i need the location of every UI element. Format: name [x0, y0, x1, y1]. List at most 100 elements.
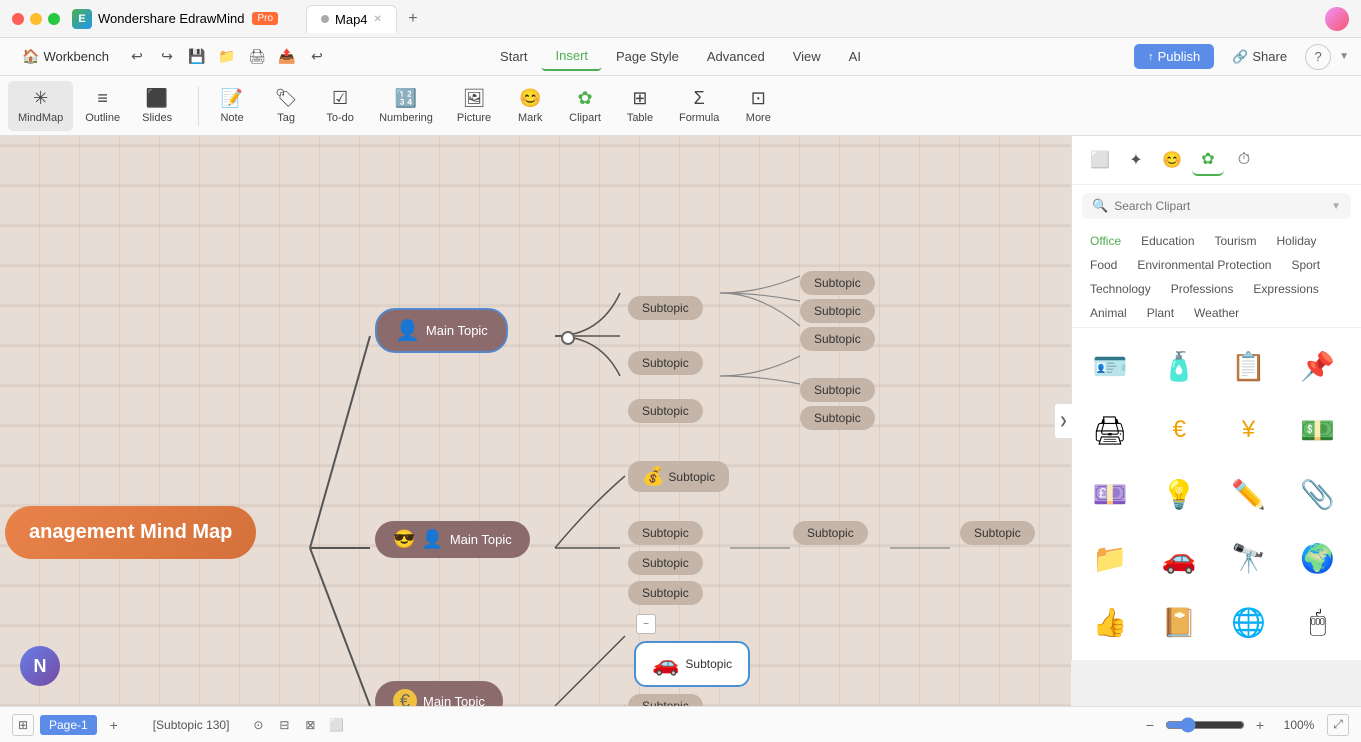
mark-button[interactable]: 😊 Mark [505, 81, 555, 131]
sub-sub-1[interactable]: Subtopic [800, 271, 875, 295]
panel-toggle-left[interactable]: ⊞ [12, 714, 34, 736]
clipart-item-2[interactable]: 🧴 [1149, 336, 1209, 396]
menu-view[interactable]: View [779, 43, 835, 70]
folder-button[interactable]: 📁 [213, 43, 241, 71]
undo-button[interactable]: ↩ [123, 43, 151, 71]
canvas[interactable]: anagement Mind Map 👤 Main Topic 😎 👤 Main… [0, 136, 1071, 706]
cat-office[interactable]: Office [1082, 231, 1129, 251]
mindmap-view-button[interactable]: ✳ MindMap [8, 81, 73, 131]
menu-page-style[interactable]: Page Style [602, 43, 693, 70]
sub-sub-5[interactable]: Subtopic [800, 406, 875, 430]
window-controls[interactable] [12, 13, 60, 25]
ai-panel-button[interactable]: ✦ [1120, 144, 1152, 176]
todo-button[interactable]: ☑ To-do [315, 81, 365, 131]
emoji-panel-button[interactable]: 😊 [1156, 144, 1188, 176]
clipart-button[interactable]: ✿ Clipart [559, 81, 611, 131]
cat-food[interactable]: Food [1082, 255, 1125, 275]
clipart-search-input[interactable] [1114, 199, 1325, 213]
menu-ai[interactable]: AI [835, 43, 875, 70]
cat-sport[interactable]: Sport [1283, 255, 1328, 275]
more-button[interactable]: ⊡ More [733, 81, 783, 131]
subtopic-1-2[interactable]: Subtopic [628, 521, 703, 545]
share-button[interactable]: 🔗 Share [1222, 44, 1297, 70]
maximize-button[interactable] [48, 13, 60, 25]
workbench-button[interactable]: 🏠 Workbench [12, 44, 119, 69]
print-button[interactable]: 🖨 [243, 43, 271, 71]
clipart-item-18[interactable]: 📔 [1149, 592, 1209, 652]
sub-sub-4[interactable]: Subtopic [800, 378, 875, 402]
cat-plant[interactable]: Plant [1139, 303, 1182, 323]
clipart-item-3[interactable]: 📋 [1219, 336, 1279, 396]
picture-button[interactable]: 🖼 Picture [447, 81, 501, 131]
panel-toggle-button[interactable]: ❯ [1054, 403, 1072, 439]
menu-start[interactable]: Start [486, 43, 541, 70]
clipart-item-5[interactable]: 🖨 [1080, 400, 1140, 460]
clipart-item-1[interactable]: 🪪 [1080, 336, 1140, 396]
cat-professions[interactable]: Professions [1163, 279, 1242, 299]
main-topic-1[interactable]: 👤 Main Topic [375, 308, 508, 353]
expand-icon[interactable]: ⊠ [299, 714, 321, 736]
tab-close-button[interactable]: ✕ [374, 14, 382, 25]
sub-t3-1[interactable]: Subtopic [628, 694, 703, 706]
formula-button[interactable]: Σ Formula [669, 81, 729, 131]
clipart-panel-button[interactable]: ✿ [1192, 144, 1224, 176]
main-topic-3[interactable]: € Main Topic [375, 681, 503, 706]
main-topic-2[interactable]: 😎 👤 Main Topic [375, 521, 530, 558]
add-page-button[interactable]: + [103, 714, 125, 736]
map4-tab[interactable]: Map4 ✕ [306, 5, 397, 33]
clipart-item-14[interactable]: 🚗 [1149, 528, 1209, 588]
sub-t1-3[interactable]: Subtopic [628, 399, 703, 423]
cat-weather[interactable]: Weather [1186, 303, 1247, 323]
cat-environmental[interactable]: Environmental Protection [1129, 255, 1279, 275]
sub-t1-2[interactable]: Subtopic [628, 351, 703, 375]
chevron-down-icon[interactable]: ▼ [1339, 51, 1349, 62]
clipart-item-19[interactable]: 🌐 [1219, 592, 1279, 652]
cat-holiday[interactable]: Holiday [1269, 231, 1325, 251]
subtopic-1-3[interactable]: Subtopic [628, 551, 703, 575]
clipart-item-17[interactable]: 👍 [1080, 592, 1140, 652]
cat-animal[interactable]: Animal [1082, 303, 1135, 323]
add-tab-button[interactable]: + [401, 7, 425, 31]
cat-expressions[interactable]: Expressions [1245, 279, 1326, 299]
minimize-button[interactable] [30, 13, 42, 25]
zoom-slider[interactable] [1165, 717, 1245, 733]
collapse-button[interactable]: − [636, 614, 656, 634]
clipart-item-15[interactable]: 🔭 [1219, 528, 1279, 588]
cat-education[interactable]: Education [1133, 231, 1202, 251]
zoom-out-button[interactable]: − [1139, 714, 1161, 736]
menu-insert[interactable]: Insert [542, 42, 603, 71]
sub-sub-2[interactable]: Subtopic [800, 299, 875, 323]
subtopic-b1[interactable]: Subtopic [793, 521, 868, 545]
clipart-item-16[interactable]: 🌍 [1288, 528, 1348, 588]
main-title[interactable]: anagement Mind Map [5, 506, 256, 559]
zoom-in-button[interactable]: + [1249, 714, 1271, 736]
reset-zoom-button[interactable]: ⤢ [1327, 714, 1349, 736]
numbering-button[interactable]: 🔢 Numbering [369, 81, 443, 131]
cat-technology[interactable]: Technology [1082, 279, 1159, 299]
redo-button[interactable]: ↪ [153, 43, 181, 71]
subtopic-c1[interactable]: Subtopic [960, 521, 1035, 545]
current-page-indicator[interactable]: Page-1 [40, 715, 97, 735]
clipart-item-7[interactable]: ¥ [1219, 400, 1279, 460]
export-button[interactable]: 📤 [273, 43, 301, 71]
publish-button[interactable]: ↑ Publish [1134, 44, 1214, 69]
search-dropdown-icon[interactable]: ▼ [1331, 201, 1341, 212]
clipart-item-8[interactable]: 💵 [1288, 400, 1348, 460]
cat-tourism[interactable]: Tourism [1207, 231, 1265, 251]
slides-view-button[interactable]: ⬛ Slides [132, 81, 182, 131]
clipart-item-4[interactable]: 📌 [1288, 336, 1348, 396]
shape-panel-button[interactable]: ⬜ [1084, 144, 1116, 176]
subtopic-selected[interactable]: 🚗 Subtopic [634, 641, 750, 687]
user-avatar[interactable] [1325, 7, 1349, 31]
subtopic-1-1[interactable]: 💰 Subtopic [628, 461, 729, 492]
timer-panel-button[interactable]: ⏱ [1228, 144, 1260, 176]
more-nav-button[interactable]: ↩ [303, 43, 331, 71]
fit-screen-icon[interactable]: ⊙ [247, 714, 269, 736]
layout-icon[interactable]: ⊟ [273, 714, 295, 736]
fullscreen-icon[interactable]: ⬜ [325, 714, 347, 736]
menu-advanced[interactable]: Advanced [693, 43, 779, 70]
sub-sub-3[interactable]: Subtopic [800, 327, 875, 351]
note-button[interactable]: 📝 Note [207, 81, 257, 131]
close-button[interactable] [12, 13, 24, 25]
clipart-item-11[interactable]: ✏️ [1219, 464, 1279, 524]
